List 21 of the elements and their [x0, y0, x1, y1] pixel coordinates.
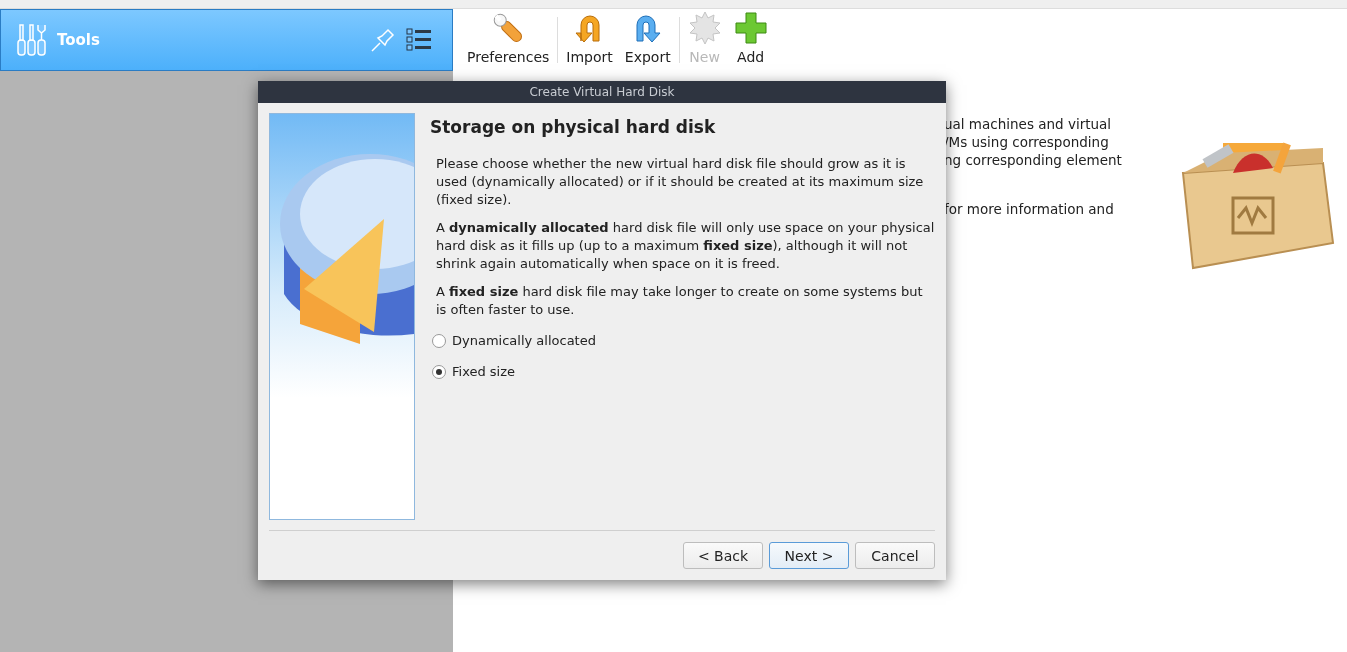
list-view-icon[interactable] [406, 28, 432, 52]
page-heading: Storage on physical hard disk [430, 117, 717, 137]
tools-label: Tools [57, 31, 101, 49]
description-paragraph: Please choose whether the new virtual hard disk file should grow as it is used (dynamically allocated) or if it should be created at its maximum size (fixed size). [436, 155, 925, 209]
radio-label[interactable]: Dynamically allocated [452, 333, 596, 348]
radio-button[interactable] [432, 333, 446, 348]
radio-label[interactable]: Fixed size [452, 364, 516, 379]
description-paragraph: A dynamically allocated hard disk file will only use space on your physical hard disk as it fills up (up to a maximum fixed size), although it will not shrink again automatically when space on it is freed. [436, 219, 935, 273]
toolbar-button[interactable]: Export [622, 9, 673, 67]
starburst-icon [687, 11, 722, 45]
description-paragraph: A fixed size hard disk file may take longer to create on some systems but is often faster to use. [436, 283, 924, 319]
dialog-button[interactable]: < Back [683, 542, 763, 569]
dialog-button[interactable]: Next > [769, 542, 849, 569]
dialog-button[interactable]: Cancel [855, 542, 935, 569]
toolbar-button[interactable]: Add [731, 9, 770, 67]
radio-button[interactable] [432, 364, 446, 379]
tools-icon [17, 24, 47, 56]
dialog-title: Create Virtual Hard Disk [258, 81, 946, 103]
toolbar-button[interactable]: Preferences [465, 9, 552, 67]
plus-icon [733, 11, 768, 45]
toolbar-button[interactable]: Import [564, 9, 615, 67]
